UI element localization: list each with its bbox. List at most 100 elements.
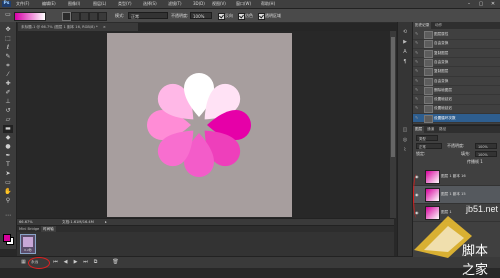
tab-history[interactable]: 历史记录 — [413, 22, 432, 29]
layer-opacity-input[interactable]: 100% — [475, 143, 497, 149]
layer-fill-input[interactable]: 100% — [475, 151, 497, 157]
menu-3d[interactable]: 3D(D) — [193, 1, 205, 7]
maximize-button[interactable]: ▢ — [476, 1, 486, 7]
lasso-tool-icon[interactable]: ℓ — [3, 44, 13, 52]
history-brush-source-icon[interactable]: ✎ — [415, 115, 420, 121]
pen-tool-icon[interactable]: ✒ — [3, 152, 13, 160]
first-frame-icon[interactable]: ⏮ — [52, 259, 59, 266]
canvas-area[interactable] — [17, 31, 392, 218]
document-tab[interactable]: 未标题-1 @ 66.7% (图层 1 副本 16, RGB/8) * × — [18, 23, 138, 31]
menu-select[interactable]: 选择(S) — [143, 1, 157, 7]
dither-checkbox[interactable] — [238, 13, 245, 20]
gradient-swatch[interactable] — [14, 12, 46, 21]
history-brush-source-icon[interactable]: ✎ — [415, 105, 420, 111]
layers-panel-icon[interactable]: ◫ — [401, 126, 409, 134]
more-tools-icon[interactable]: ⋯ — [3, 212, 13, 220]
opacity-input[interactable]: 100% — [190, 12, 212, 19]
channels-panel-icon[interactable]: ◎ — [401, 136, 409, 144]
history-item[interactable]: ✎ 自由变换 — [413, 39, 500, 49]
history-brush-source-icon[interactable]: ✎ — [415, 40, 420, 46]
history-brush-source-icon[interactable]: ✎ — [415, 96, 420, 102]
character-panel-icon[interactable]: A — [401, 48, 409, 56]
tab-mini-bridge[interactable]: Mini Bridge — [17, 226, 41, 232]
actions-panel-icon[interactable]: ▶ — [401, 38, 409, 46]
quick-select-tool-icon[interactable]: ✎ — [3, 53, 13, 61]
reflected-gradient-icon[interactable] — [89, 12, 98, 21]
close-button[interactable]: ✕ — [488, 1, 498, 7]
history-item[interactable]: ✎ 图层属性 — [413, 30, 500, 40]
type-tool-icon[interactable]: T — [3, 161, 13, 169]
tab-timeline[interactable]: 时间轴 — [41, 226, 56, 232]
menu-image[interactable]: 图像(I) — [68, 1, 80, 7]
layer-row[interactable]: ◉ 图层 1 副本 15 — [413, 186, 500, 204]
radial-gradient-icon[interactable] — [71, 12, 80, 21]
document-canvas[interactable] — [107, 33, 292, 217]
eyedropper-tool-icon[interactable]: ⁄ — [3, 71, 13, 79]
layer-blend-mode[interactable]: 正常 — [416, 143, 442, 149]
zoom-tool-icon[interactable]: ⚲ — [3, 197, 13, 205]
gradient-tool-preset-icon[interactable]: ▭ — [3, 11, 13, 19]
play-icon[interactable]: ▶ — [72, 259, 79, 266]
menu-help[interactable]: 帮助(H) — [261, 1, 275, 7]
color-swatches[interactable] — [3, 234, 14, 245]
menu-edit[interactable]: 编辑(E) — [42, 1, 56, 7]
crop-tool-icon[interactable]: ⌗ — [3, 62, 13, 70]
tab-layers[interactable]: 图层 — [413, 126, 425, 133]
move-tool-icon[interactable]: ✥ — [3, 26, 13, 34]
previous-frame-icon[interactable]: ◀ — [62, 259, 69, 266]
path-select-tool-icon[interactable]: ➤ — [3, 170, 13, 178]
minimize-button[interactable]: – — [464, 1, 474, 7]
menu-type[interactable]: 类型(Y) — [118, 1, 132, 7]
blur-tool-icon[interactable]: ◆ — [3, 134, 13, 142]
vertical-scrollbar[interactable] — [390, 31, 396, 218]
history-item[interactable]: ✎ 设置帧延迟 — [413, 104, 500, 114]
menu-window[interactable]: 窗口(W) — [236, 1, 251, 7]
brush-tool-icon[interactable]: ✐ — [3, 89, 13, 97]
frame-delay[interactable]: 0.2秒 — [21, 248, 35, 252]
history-item[interactable]: ✎ 删除帧图层 — [413, 86, 500, 96]
eraser-tool-icon[interactable]: ▱ — [3, 116, 13, 124]
tab-paths[interactable]: 路径 — [437, 126, 448, 133]
transparency-checkbox[interactable] — [258, 13, 265, 20]
tab-channels[interactable]: 通道 — [425, 126, 436, 133]
layer-name[interactable]: 图层 1 副本 15 — [441, 192, 466, 197]
menu-layer[interactable]: 图层(L) — [93, 1, 106, 7]
diamond-gradient-icon[interactable] — [98, 12, 107, 21]
gradient-tool-icon[interactable]: ▬ — [3, 125, 13, 133]
document-tab-close[interactable]: × — [103, 25, 106, 29]
delete-frame-icon[interactable]: 🗑 — [112, 259, 119, 266]
history-item[interactable]: ✎ 设置帧延迟 — [413, 95, 500, 105]
layer-name[interactable]: 图层 1 副本 16 — [441, 174, 466, 179]
shape-tool-icon[interactable]: ▭ — [3, 179, 13, 187]
history-brush-source-icon[interactable]: ✎ — [415, 50, 420, 56]
history-item[interactable]: ✎ 自由变换 — [413, 58, 500, 68]
history-item[interactable]: ✎ 自由变换 — [413, 77, 500, 86]
history-panel-icon[interactable]: ⟲ — [401, 28, 409, 36]
history-brush-source-icon[interactable]: ✎ — [415, 59, 420, 65]
menu-filter[interactable]: 滤镜(T) — [168, 1, 182, 7]
layer-row[interactable]: ◉ 图层 1 副本 16 — [413, 168, 500, 186]
mode-select[interactable]: 正常 — [128, 12, 168, 19]
history-brush-icon[interactable]: ↺ — [3, 107, 13, 115]
convert-icon[interactable]: ▦ — [20, 259, 27, 266]
history-brush-source-icon[interactable]: ✎ — [415, 68, 420, 74]
paths-panel-icon[interactable]: ⌇ — [401, 146, 409, 154]
animation-frame[interactable]: 0.2秒 — [20, 234, 36, 254]
clone-stamp-icon[interactable]: ⊥ — [3, 98, 13, 106]
history-item[interactable]: ✎ 复制图层 — [413, 49, 500, 59]
linear-gradient-icon[interactable] — [62, 12, 71, 21]
history-item[interactable]: ✎ 设置循环次数 — [413, 113, 500, 124]
layer-kind-filter[interactable]: 类型 — [416, 135, 438, 141]
propagate-frame-label[interactable]: 传播帧 1 — [467, 159, 483, 164]
marquee-tool-icon[interactable]: ⬚ — [3, 35, 13, 43]
next-frame-icon[interactable]: ⏭ — [82, 259, 89, 266]
history-item[interactable]: ✎ 复制图层 — [413, 67, 500, 77]
healing-brush-icon[interactable]: ✚ — [3, 80, 13, 88]
hand-tool-icon[interactable]: ✋ — [3, 188, 13, 196]
paragraph-panel-icon[interactable]: ¶ — [401, 58, 409, 66]
foreground-color-swatch[interactable] — [3, 234, 11, 242]
angle-gradient-icon[interactable] — [80, 12, 89, 21]
reverse-checkbox[interactable] — [218, 13, 225, 20]
menu-file[interactable]: 文件(F) — [16, 1, 29, 7]
scrollbar-thumb[interactable] — [391, 37, 395, 157]
